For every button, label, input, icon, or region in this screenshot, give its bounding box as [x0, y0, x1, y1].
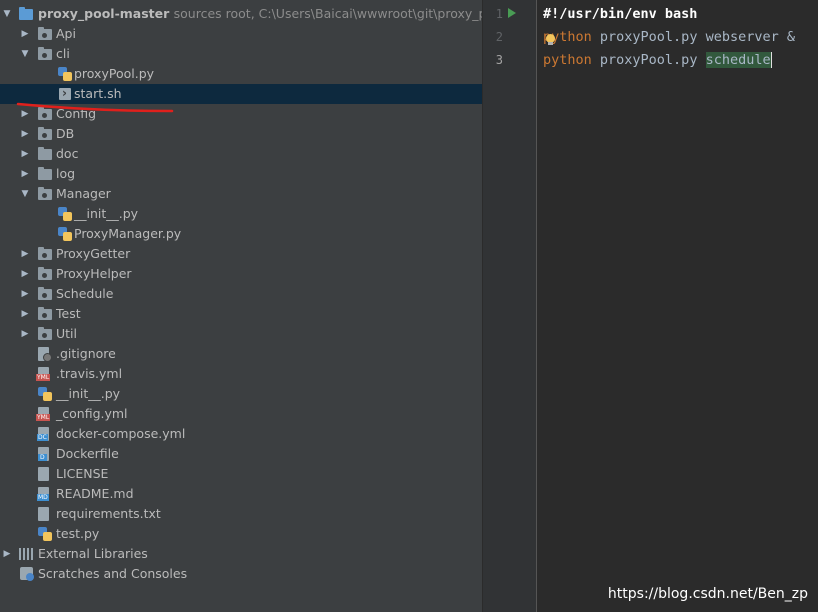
code-text: proxyPool.py webserver & — [591, 29, 795, 45]
text-file-icon — [38, 507, 49, 521]
external-libraries-label: External Libraries — [38, 546, 148, 561]
project-tool-window: ▼ proxy_pool-master sources root, C:\Use… — [0, 0, 482, 612]
text-caret — [770, 52, 772, 68]
package-folder-icon — [38, 287, 52, 300]
yaml-file-icon — [36, 407, 51, 421]
tree-item-label: __init__.py — [74, 206, 139, 221]
shebang-text: #!/usr/bin/env bash — [543, 6, 698, 22]
tree-item-label: doc — [56, 146, 79, 161]
highlighted-word: schedule — [705, 52, 771, 68]
python-file-icon — [38, 387, 52, 401]
tree-item-label: README.md — [56, 486, 134, 501]
chevron-right-icon[interactable]: ▶ — [20, 324, 30, 344]
chevron-right-icon[interactable]: ▶ — [20, 144, 30, 164]
tree-item-label: .travis.yml — [56, 366, 123, 381]
code-line-2[interactable]: python proxyPool.py webserver & — [543, 26, 795, 49]
package-folder-icon — [38, 27, 52, 40]
code-line-3[interactable]: python proxyPool.py schedule — [543, 49, 772, 72]
chevron-down-icon[interactable]: ▼ — [20, 44, 30, 64]
python-file-icon — [58, 227, 72, 241]
package-folder-icon — [38, 107, 52, 120]
docker-compose-file-icon — [37, 427, 49, 441]
yaml-file-icon — [36, 367, 51, 381]
chevron-right-icon[interactable]: ▶ — [20, 264, 30, 284]
package-folder-icon — [38, 187, 52, 200]
chevron-right-icon[interactable]: ▶ — [20, 304, 30, 324]
tree-root-hint: sources root, C:\Users\Baicai\wwwroot\gi… — [173, 6, 482, 21]
tree-item-label: LICENSE — [56, 466, 109, 481]
tree-item-label: log — [56, 166, 76, 181]
folder-icon — [19, 7, 33, 20]
tree-item-label: start.sh — [74, 86, 122, 101]
python-file-icon — [58, 207, 72, 221]
line-number: 3 — [495, 53, 503, 67]
chevron-down-icon[interactable]: ▼ — [2, 4, 12, 24]
chevron-right-icon[interactable]: ▶ — [20, 24, 30, 44]
code-line-1[interactable]: #!/usr/bin/env bash — [543, 3, 697, 26]
tree-item-label: _config.yml — [56, 406, 128, 421]
tree-item-label: Config — [56, 106, 97, 121]
folder-icon — [38, 147, 52, 160]
python-file-icon — [58, 67, 72, 81]
chevron-right-icon[interactable]: ▶ — [20, 124, 30, 144]
tree-item-label: test.py — [56, 526, 100, 541]
tree-item-label: proxyPool.py — [74, 66, 155, 81]
tree-item-label: requirements.txt — [56, 506, 161, 521]
package-folder-icon — [38, 327, 52, 340]
package-folder-icon — [38, 267, 52, 280]
tree-item-label: Util — [56, 326, 77, 341]
tree-item-label: docker-compose.yml — [56, 426, 186, 441]
tree-item-label: Api — [56, 26, 76, 41]
package-folder-icon — [38, 247, 52, 260]
run-icon[interactable] — [508, 8, 516, 18]
tree-item-label: Manager — [56, 186, 111, 201]
scratches-icon — [20, 567, 34, 581]
keyword: python — [543, 52, 592, 68]
package-folder-icon — [38, 307, 52, 320]
chevron-right-icon[interactable]: ▶ — [20, 244, 30, 264]
tree-item-label: .gitignore — [56, 346, 116, 361]
library-icon — [19, 548, 33, 560]
chevron-right-icon[interactable]: ▶ — [20, 104, 30, 124]
gitignore-file-icon — [38, 347, 52, 362]
tree-item-label: Dockerfile — [56, 446, 119, 461]
line-number: 1 — [495, 7, 503, 21]
shell-script-icon — [59, 83, 71, 103]
python-file-icon — [38, 527, 52, 541]
tree-root-label: proxy_pool-master sources root, C:\Users… — [38, 4, 482, 24]
scratches-label: Scratches and Consoles — [38, 566, 188, 581]
dockerfile-icon — [38, 447, 49, 461]
text-file-icon — [38, 467, 49, 481]
package-folder-icon — [38, 47, 52, 60]
code-editor[interactable]: #!/usr/bin/env bash python proxyPool.py … — [537, 0, 818, 612]
lightbulb-icon[interactable] — [546, 34, 555, 45]
folder-icon — [38, 167, 52, 180]
editor-gutter: 1 2 3 — [483, 0, 537, 612]
tree-item-label: DB — [56, 126, 75, 141]
tree-item[interactable]: start.sh — [0, 83, 482, 104]
tree-item-label: Test — [56, 306, 81, 321]
tree-item-label: ProxyHelper — [56, 266, 132, 281]
code-text: proxyPool.py — [591, 52, 706, 68]
markdown-file-icon — [37, 487, 49, 501]
chevron-right-icon[interactable]: ▶ — [20, 284, 30, 304]
chevron-down-icon[interactable]: ▼ — [20, 184, 30, 204]
watermark: https://blog.csdn.net/Ben_zp — [607, 586, 808, 602]
tree-item-label: ProxyManager.py — [74, 226, 182, 241]
line-number: 2 — [495, 30, 503, 44]
chevron-right-icon[interactable]: ▶ — [20, 164, 30, 184]
tree-item-label: __init__.py — [56, 386, 121, 401]
tree-item-label: Schedule — [56, 286, 114, 301]
package-folder-icon — [38, 127, 52, 140]
tree-item-label: cli — [56, 46, 70, 61]
tree-item-label: ProxyGetter — [56, 246, 131, 261]
chevron-right-icon[interactable]: ▶ — [2, 544, 12, 564]
